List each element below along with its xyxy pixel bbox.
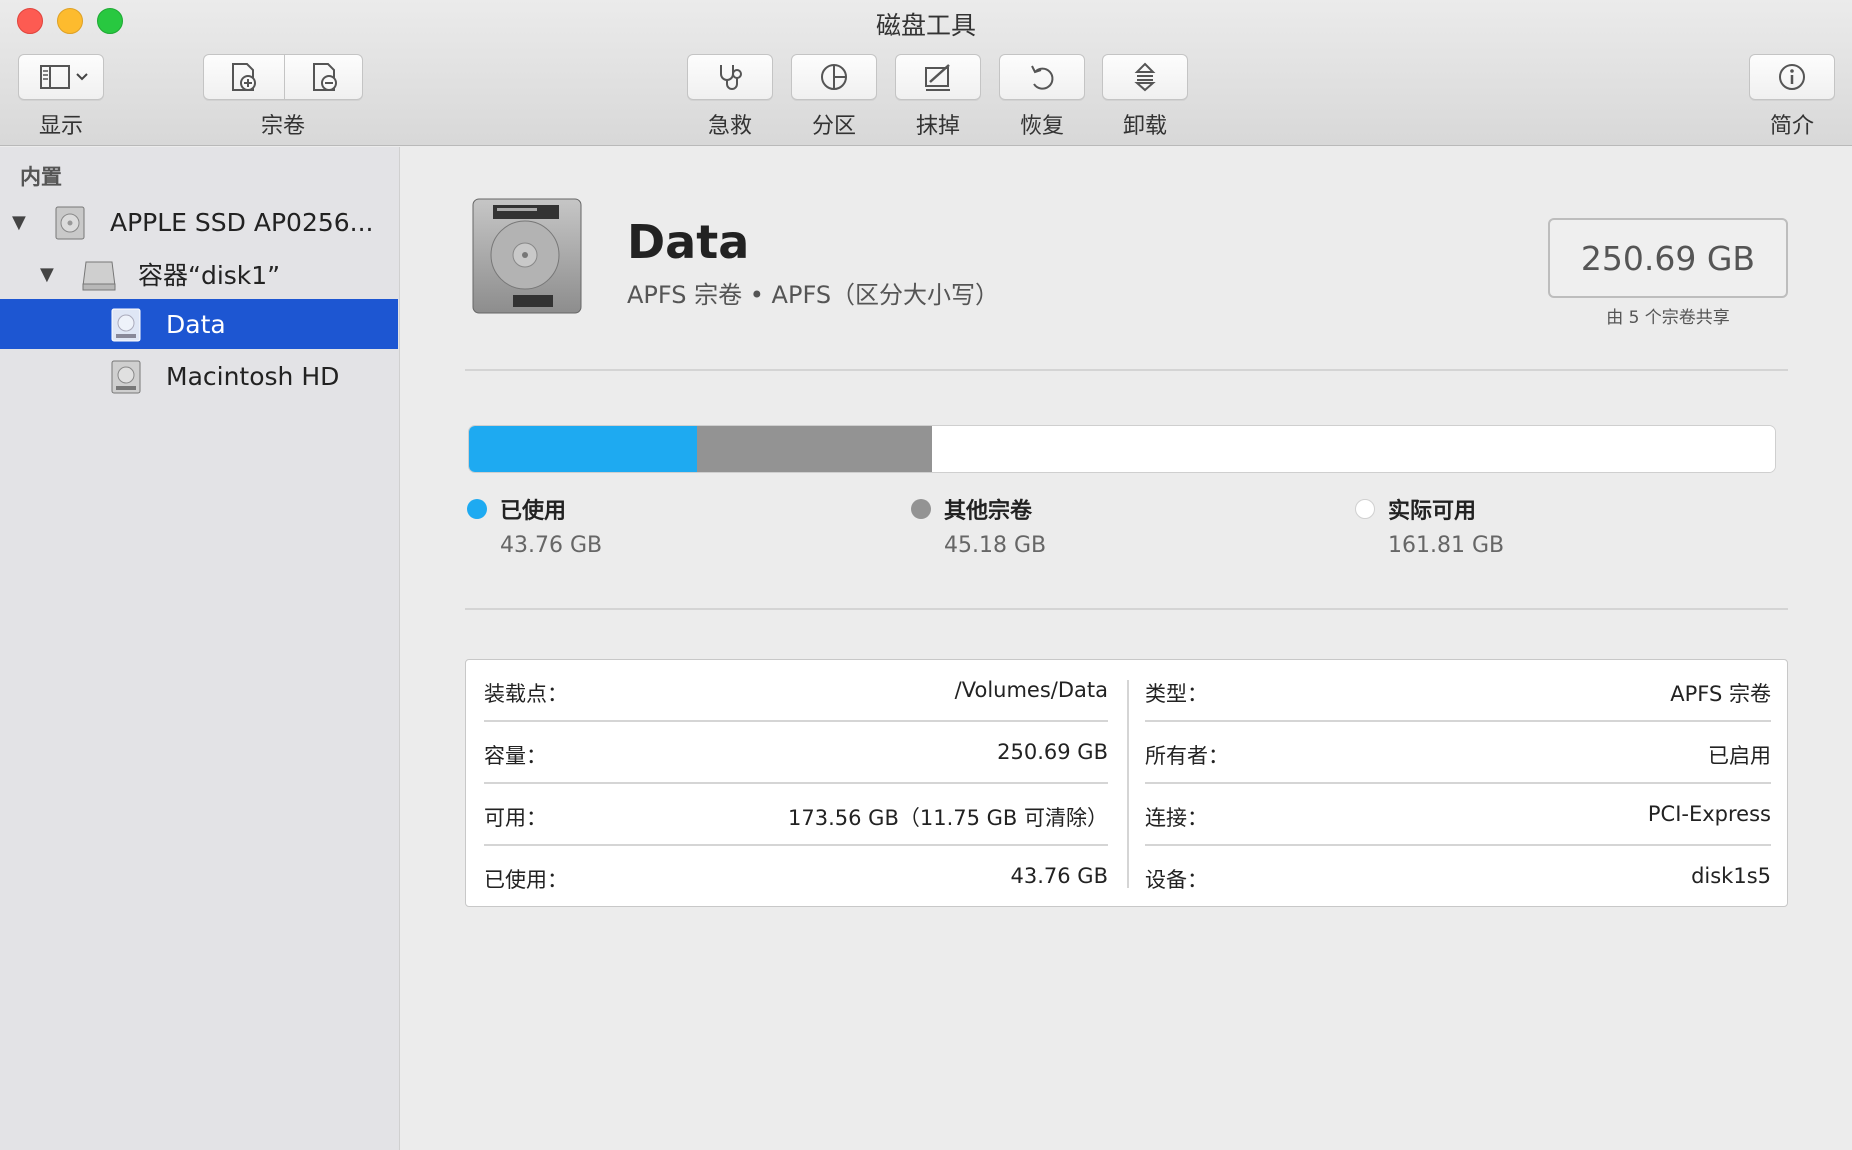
view-button[interactable] bbox=[18, 54, 104, 100]
unmount-label: 卸载 bbox=[1122, 114, 1167, 139]
sidebar-item-label: Data bbox=[166, 309, 226, 339]
info-label: 简介 bbox=[1769, 114, 1814, 139]
usage-segment-free bbox=[932, 426, 1775, 472]
sidebar-item-label: APPLE SSD AP0256... bbox=[110, 207, 374, 237]
partition-label: 分区 bbox=[811, 114, 856, 139]
info-row-mount-point: 装载点： /Volumes/Data bbox=[466, 660, 1108, 722]
first-aid-button[interactable] bbox=[687, 54, 773, 100]
partition-button[interactable] bbox=[791, 54, 877, 100]
info-key: 装载点： bbox=[484, 682, 568, 706]
info-key: 已使用： bbox=[484, 868, 568, 892]
sidebar-item-data[interactable]: Data bbox=[0, 299, 398, 349]
pie-chart-icon bbox=[821, 64, 847, 90]
remove-volume-button[interactable] bbox=[285, 55, 364, 99]
info-row-connection: 连接： PCI-Express bbox=[1127, 784, 1771, 846]
view-label: 显示 bbox=[38, 114, 83, 139]
divider bbox=[465, 608, 1788, 610]
sidebar-item-label: Macintosh HD bbox=[166, 361, 340, 391]
info-row-used: 已使用： 43.76 GB bbox=[466, 846, 1108, 908]
unmount-button[interactable] bbox=[1102, 54, 1188, 100]
disclosure-triangle-icon[interactable]: ▼ bbox=[40, 264, 54, 285]
legend-name: 其他宗卷 bbox=[944, 499, 1033, 524]
restore-label: 恢复 bbox=[1019, 114, 1064, 139]
sidebar-item-apple-ssd[interactable]: ▼ APPLE SSD AP0256... bbox=[0, 197, 398, 247]
info-value: 173.56 GB（11.75 GB 可清除） bbox=[788, 806, 1108, 830]
usage-segment-used bbox=[469, 426, 698, 472]
info-column-left: 装载点： /Volumes/Data 容量： 250.69 GB 可用： 173… bbox=[466, 660, 1108, 906]
legend-name: 实际可用 bbox=[1388, 499, 1477, 524]
window-title: 磁盘工具 bbox=[875, 11, 976, 40]
usage-bar bbox=[468, 425, 1776, 473]
info-key: 所有者： bbox=[1145, 744, 1229, 768]
info-value: disk1s5 bbox=[1691, 864, 1771, 888]
legend-dot-used bbox=[467, 499, 487, 519]
info-column-right: 类型： APFS 宗卷 所有者： 已启用 连接： PCI-Express 设备：… bbox=[1127, 660, 1771, 906]
stethoscope-icon bbox=[720, 65, 742, 90]
info-key: 设备： bbox=[1145, 868, 1208, 892]
legend-value: 45.18 GB bbox=[944, 533, 1047, 558]
info-value: 250.69 GB bbox=[997, 740, 1108, 764]
sidebar: 内置 ▼ APPLE SSD AP0256... ▼ 容器“disk1” Dat… bbox=[0, 147, 400, 1150]
capacity-badge: 250.69 GB bbox=[1548, 218, 1788, 298]
first-aid-label: 急救 bbox=[707, 114, 752, 139]
restore-icon bbox=[1031, 65, 1054, 90]
info-icon bbox=[1779, 64, 1805, 90]
legend-name: 已使用 bbox=[500, 499, 567, 524]
eject-icon bbox=[1134, 62, 1156, 92]
info-key: 可用： bbox=[484, 806, 547, 830]
info-key: 连接： bbox=[1145, 806, 1208, 830]
legend-dot-other bbox=[911, 499, 931, 519]
volume-subtitle: APFS 宗卷 • APFS（区分大小写） bbox=[627, 281, 1000, 309]
legend-dot-free bbox=[1355, 499, 1375, 519]
info-key: 类型： bbox=[1145, 682, 1208, 706]
info-row-available: 可用： 173.56 GB（11.75 GB 可清除） bbox=[466, 784, 1108, 846]
volume-label: 宗卷 bbox=[260, 114, 305, 139]
sidebar-item-macintosh-hd[interactable]: Macintosh HD bbox=[0, 351, 398, 401]
eraser-icon bbox=[925, 64, 950, 91]
volume-name: Data bbox=[627, 215, 750, 269]
info-row-owners: 所有者： 已启用 bbox=[1127, 722, 1771, 784]
divider bbox=[465, 369, 1788, 371]
info-value: 已启用 bbox=[1708, 744, 1771, 768]
hard-drive-icon bbox=[55, 206, 85, 240]
info-row-type: 类型： APFS 宗卷 bbox=[1127, 660, 1771, 722]
add-volume-button[interactable] bbox=[204, 55, 284, 99]
sidebar-icon bbox=[40, 65, 88, 89]
main-panel: Data APFS 宗卷 • APFS（区分大小写） 250.69 GB 由 5… bbox=[401, 147, 1852, 1150]
erase-label: 抹掉 bbox=[915, 114, 960, 139]
usage-segment-other bbox=[697, 426, 933, 472]
restore-button[interactable] bbox=[999, 54, 1085, 100]
sidebar-item-label: 容器“disk1” bbox=[138, 261, 281, 290]
info-button[interactable] bbox=[1749, 54, 1835, 100]
toolbar: 磁盘工具 显示 宗卷 急救 分区 抹掉 恢复 卸载 简介 bbox=[0, 0, 1852, 146]
capacity-shared-note: 由 5 个宗卷共享 bbox=[1606, 308, 1730, 328]
info-row-capacity: 容量： 250.69 GB bbox=[466, 722, 1108, 784]
container-icon bbox=[82, 261, 116, 291]
info-value: 43.76 GB bbox=[1010, 864, 1108, 888]
info-table: 装载点： /Volumes/Data 容量： 250.69 GB 可用： 173… bbox=[465, 659, 1788, 907]
remove-volume-icon bbox=[312, 63, 337, 91]
sidebar-section-internal: 内置 bbox=[20, 165, 62, 189]
volume-icon bbox=[111, 308, 141, 342]
info-value: PCI-Express bbox=[1647, 802, 1771, 826]
legend-value: 43.76 GB bbox=[500, 533, 603, 558]
volume-icon bbox=[111, 360, 141, 394]
hard-drive-icon bbox=[472, 198, 582, 314]
legend-value: 161.81 GB bbox=[1388, 533, 1505, 558]
volume-segmented-control bbox=[203, 54, 363, 100]
info-value: /Volumes/Data bbox=[954, 678, 1108, 702]
disclosure-triangle-icon[interactable]: ▼ bbox=[12, 212, 26, 233]
add-volume-icon bbox=[232, 63, 256, 91]
info-key: 容量： bbox=[484, 744, 547, 768]
info-row-device: 设备： disk1s5 bbox=[1127, 846, 1771, 908]
erase-button[interactable] bbox=[895, 54, 981, 100]
sidebar-item-container-disk1[interactable]: ▼ 容器“disk1” bbox=[0, 249, 398, 299]
info-value: APFS 宗卷 bbox=[1670, 682, 1771, 706]
